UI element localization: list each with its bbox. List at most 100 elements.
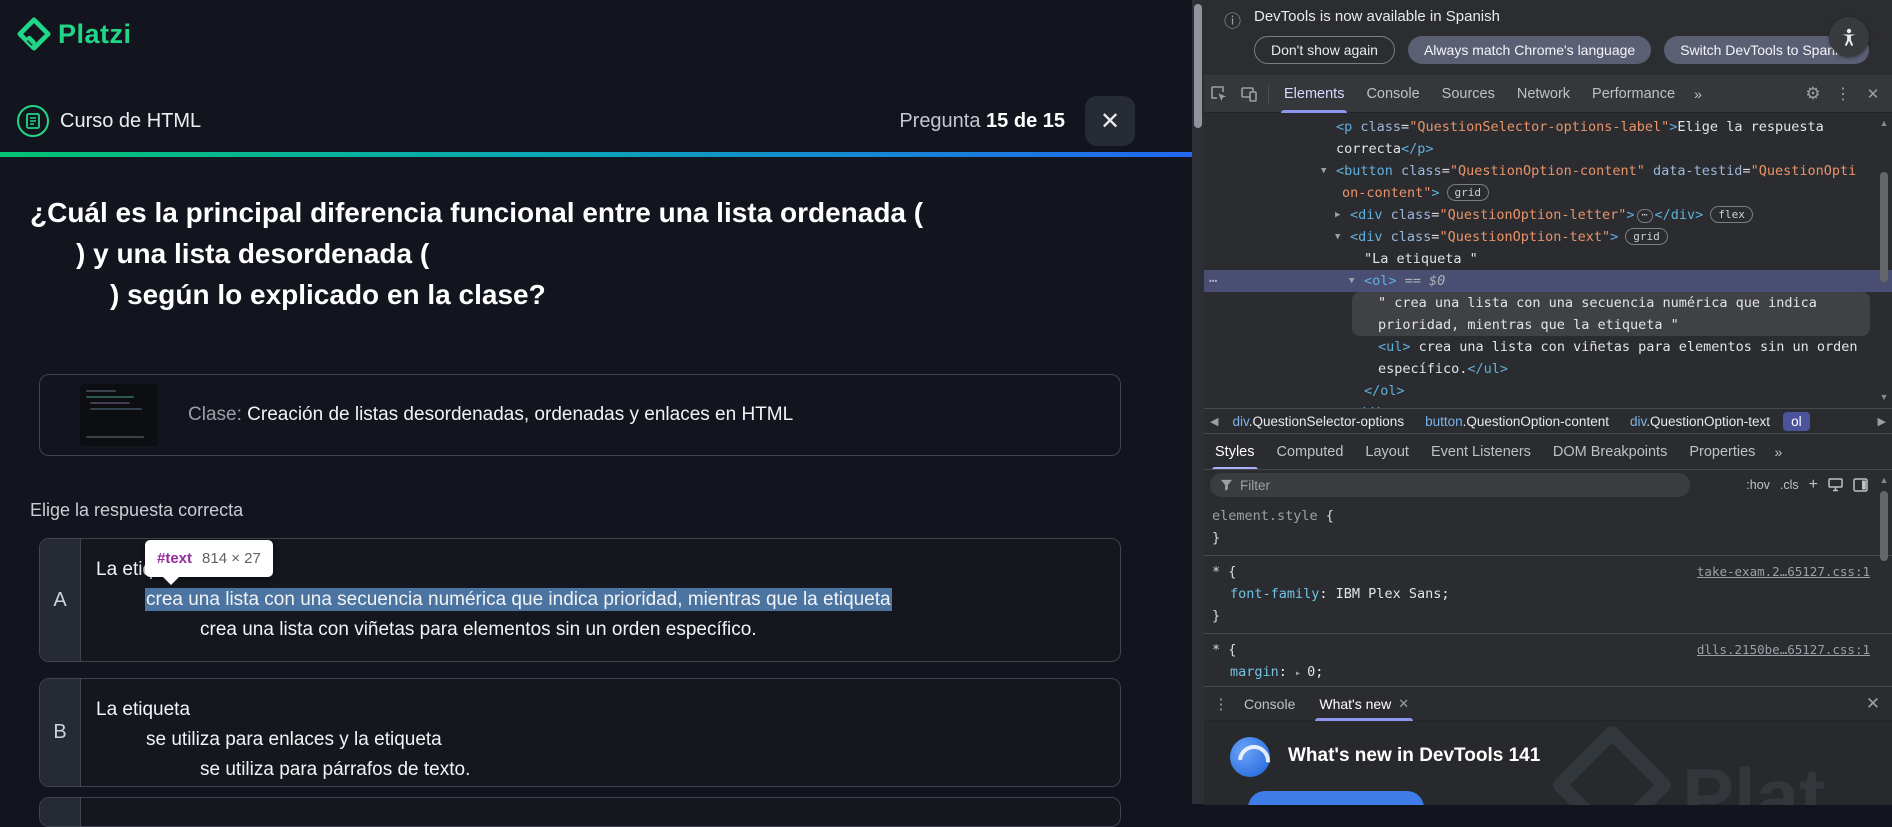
option-text-line: se utiliza para enlaces y la etiqueta [146, 729, 442, 750]
style-rule[interactable]: element.style {} [1204, 500, 1892, 556]
rendering-emulation-icon[interactable] [1828, 478, 1843, 492]
stylesheet-source-link[interactable]: take-exam.2…65127.css:1 [1697, 561, 1870, 583]
class-reference-card[interactable]: Clase: Creación de listas desordenadas, … [39, 374, 1121, 456]
layout-badge[interactable]: grid [1446, 184, 1490, 201]
breadcrumb-item-div-questionselector-options[interactable]: div.QuestionSelector-options [1224, 412, 1412, 431]
breadcrumb-scroll-right-icon[interactable]: ▶ [1872, 415, 1892, 428]
accessibility-person-icon[interactable] [1829, 17, 1869, 57]
tab-performance[interactable]: Performance [1581, 75, 1686, 113]
more-tabs-button[interactable]: » [1686, 86, 1710, 102]
device-toolbar-icon[interactable] [1234, 79, 1264, 109]
dom-scrollbar-thumb[interactable] [1880, 172, 1888, 282]
breadcrumb-item-button-questionoption-content[interactable]: button.QuestionOption-content [1417, 412, 1617, 431]
styles-tab-properties[interactable]: Properties [1678, 434, 1766, 469]
toggle-hover-state-button[interactable]: :hov [1746, 478, 1770, 492]
styles-sidebar-tabs: Styles Computed Layout Event Listeners DOM B… [1204, 433, 1892, 470]
dom-line[interactable]: ▼ <button class="QuestionOption-content" … [1204, 160, 1892, 182]
expand-arrow-icon[interactable]: ▼ [1349, 270, 1354, 292]
close-quiz-button[interactable]: ✕ [1085, 96, 1135, 146]
drawer-tab-what-s-new[interactable]: What's new ✕ [1307, 687, 1421, 721]
drawer-tab-console[interactable]: Console [1232, 687, 1307, 721]
infobar-button-don-t-show-again[interactable]: Don't show again [1254, 36, 1395, 64]
styles-tab-event-listeners[interactable]: Event Listeners [1420, 434, 1542, 469]
dom-code-segment: <div [1350, 229, 1383, 245]
dom-code-segment: class [1392, 163, 1442, 179]
dom-line[interactable]: " crea una lista con una secuencia numér… [1204, 292, 1892, 314]
whats-new-cta-button[interactable] [1248, 791, 1424, 805]
tooltip-dimensions: 814 × 27 [202, 550, 261, 567]
dom-line[interactable]: on-content"> grid [1204, 182, 1892, 204]
dom-line[interactable]: <p class="QuestionSelector-options-label… [1204, 116, 1892, 138]
style-rule[interactable]: dlls.2150be…65127.css:1* {margin: ▸ 0;} [1204, 634, 1892, 686]
breadcrumb: ◀ div.QuestionSelector-options button.Ques… [1204, 408, 1892, 433]
toggle-class-button[interactable]: .cls [1780, 478, 1799, 492]
drawer-close-icon[interactable]: ✕ [1860, 694, 1886, 714]
devtools-close-icon[interactable]: ✕ [1858, 79, 1888, 109]
collapsed-children-icon[interactable]: ⋯ [1636, 209, 1653, 223]
drawer-menu-icon[interactable]: ⋮ [1210, 695, 1232, 713]
breadcrumb-scroll-left-icon[interactable]: ◀ [1204, 415, 1224, 428]
styles-scrollbar[interactable]: ▲ [1878, 475, 1890, 675]
expand-arrow-icon[interactable]: ▶ [1335, 204, 1340, 226]
page-scrollbar-thumb[interactable] [1194, 4, 1202, 128]
dom-line[interactable]: prioridad, mientras que la etiqueta " [1204, 314, 1892, 336]
rule-selector: element.style [1212, 508, 1326, 524]
dom-line-selected[interactable]: ⋯ ▼ <ol> == $0 [1204, 270, 1892, 292]
styles-scrollbar-thumb[interactable] [1880, 491, 1888, 561]
devtools-menu-icon[interactable]: ⋮ [1828, 79, 1858, 109]
dom-line[interactable]: <ul> crea una lista con viñetas para ele… [1204, 336, 1892, 358]
dom-gutter-menu-icon[interactable]: ⋯ [1209, 270, 1218, 292]
expand-arrow-icon[interactable]: ▼ [1321, 160, 1326, 182]
platzi-watermark-icon: Plat [1552, 725, 1892, 805]
dom-line[interactable]: ▼ <div class="QuestionOption-text"> grid [1204, 226, 1892, 248]
stylesheet-source-link[interactable]: dlls.2150be…65127.css:1 [1697, 639, 1870, 661]
tab-console[interactable]: Console [1355, 75, 1430, 113]
option-text-line: La etiqueta [96, 699, 191, 720]
settings-gear-icon[interactable]: ⚙ [1798, 79, 1828, 109]
drawer-tab-close-icon[interactable]: ✕ [1398, 696, 1409, 712]
dom-line[interactable]: específico.</ul> [1204, 358, 1892, 380]
scroll-up-icon[interactable]: ▲ [1878, 118, 1890, 128]
styles-tab-layout[interactable]: Layout [1354, 434, 1420, 469]
dom-line[interactable]: "La etiqueta " [1204, 248, 1892, 270]
whats-new-icon [1230, 737, 1270, 777]
inspect-element-icon[interactable] [1204, 79, 1234, 109]
dom-line[interactable]: </ol> [1204, 380, 1892, 402]
css-property[interactable]: margin: ▸ 0; [1212, 661, 1870, 685]
layout-badge[interactable]: flex [1710, 206, 1753, 223]
devtools-drawer: ⋮ Console What's new ✕ ✕ What's new in Dev… [1204, 686, 1892, 805]
question-counter: Pregunta 15 de 15 [899, 109, 1065, 132]
course-title: Curso de HTML [60, 109, 202, 132]
dom-code-segment: class [1382, 207, 1432, 223]
style-rule[interactable]: take-exam.2…65127.css:1 * {font-family: I… [1204, 556, 1892, 634]
expand-property-icon[interactable]: ▸ [1295, 668, 1307, 679]
breadcrumb-item-div-questionoption-text[interactable]: div.QuestionOption-text [1622, 412, 1778, 431]
new-style-rule-button[interactable]: + [1809, 476, 1818, 494]
styles-tab-styles[interactable]: Styles [1204, 434, 1266, 469]
answer-option-c-partial[interactable] [39, 797, 1121, 827]
dom-line[interactable]: </div> [1204, 402, 1892, 408]
css-property[interactable]: font-family: IBM Plex Sans; [1212, 583, 1870, 605]
dom-scrollbar[interactable]: ▲ ▼ [1878, 118, 1890, 402]
tab-sources[interactable]: Sources [1431, 75, 1506, 113]
platzi-logo[interactable]: Platzi [17, 17, 132, 51]
styles-tab-computed[interactable]: Computed [1266, 434, 1355, 469]
dom-line[interactable]: correcta</p> [1204, 138, 1892, 160]
dom-line[interactable]: ▶ <div class="QuestionOption-letter"> ⋯ </d… [1204, 204, 1892, 226]
styles-more-tabs-button[interactable]: » [1766, 444, 1790, 460]
sidebar-layout-icon[interactable] [1853, 478, 1868, 492]
tab-network[interactable]: Network [1506, 75, 1581, 113]
styles-tab-dom-breakpoints[interactable]: DOM Breakpoints [1542, 434, 1678, 469]
layout-badge[interactable]: grid [1625, 228, 1668, 245]
breadcrumb-item-ol[interactable]: ol [1783, 411, 1810, 431]
expand-arrow-icon[interactable]: ▼ [1335, 226, 1340, 248]
tab-elements[interactable]: Elements [1273, 75, 1355, 113]
dom-code-segment: "QuestionOption-letter" [1439, 207, 1627, 223]
dom-code-segment: class [1382, 229, 1432, 245]
scroll-up-icon[interactable]: ▲ [1878, 475, 1890, 485]
styles-filter-input[interactable]: Filter [1210, 473, 1690, 497]
infobar-button-always-match-chrome-s-language[interactable]: Always match Chrome's language [1407, 36, 1652, 64]
page-scrollbar[interactable] [1192, 0, 1204, 804]
scroll-down-icon[interactable]: ▼ [1878, 392, 1890, 402]
answer-option-b[interactable]: B La etiqueta se utiliza para enlaces y la… [39, 678, 1121, 787]
